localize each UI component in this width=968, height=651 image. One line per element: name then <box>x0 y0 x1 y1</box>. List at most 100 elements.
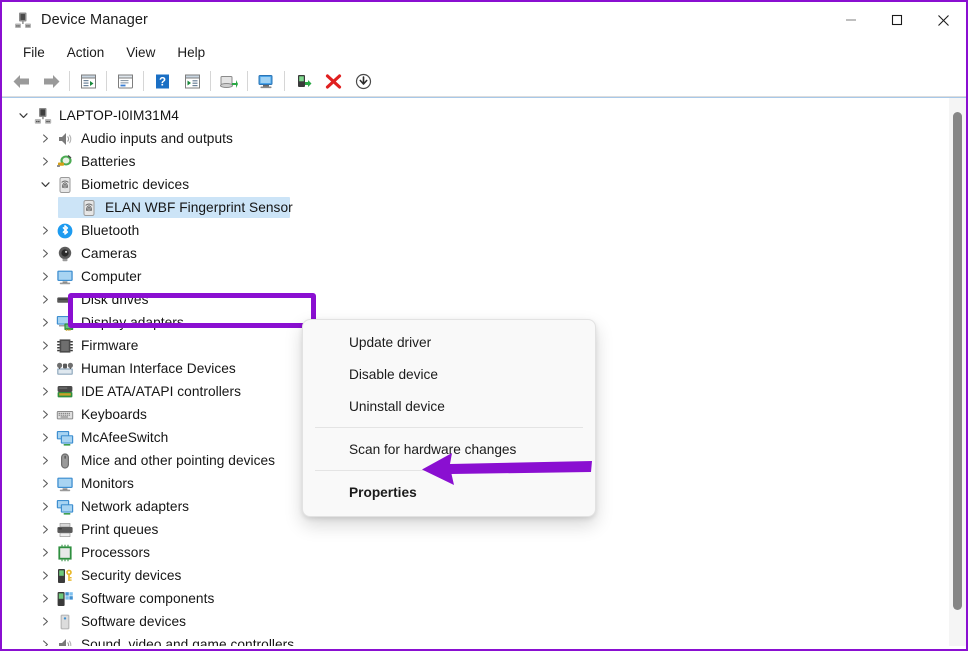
hid-icon <box>56 360 74 378</box>
security-key-icon <box>56 567 74 585</box>
tree-root-item[interactable]: LAPTOP-I0IM31M4 <box>2 104 944 127</box>
tree-item[interactable]: Processors <box>2 541 944 564</box>
chevron-right-icon[interactable] <box>34 341 56 350</box>
chevron-right-icon[interactable] <box>34 617 56 626</box>
chevron-right-icon[interactable] <box>34 387 56 396</box>
context-menu[interactable]: Update driver Disable device Uninstall dev… <box>302 319 596 517</box>
menu-separator <box>315 427 583 428</box>
printer-icon <box>56 521 74 539</box>
chevron-right-icon[interactable] <box>34 525 56 534</box>
tree-item-label: Processors <box>81 545 150 560</box>
update-driver-icon[interactable] <box>177 68 207 94</box>
context-menu-item-properties[interactable]: Properties <box>303 476 595 508</box>
chevron-down-icon[interactable] <box>12 111 34 120</box>
tree-item[interactable]: Sound, video and game controllers <box>2 633 944 646</box>
chevron-right-icon[interactable] <box>34 226 56 235</box>
tree-item-label: Monitors <box>81 476 134 491</box>
menu-view[interactable]: View <box>115 42 166 63</box>
speaker-icon <box>56 130 74 148</box>
menu-separator <box>315 470 583 471</box>
back-icon[interactable] <box>6 68 36 94</box>
help-icon[interactable]: ? <box>147 68 177 94</box>
chip-icon <box>56 337 74 355</box>
disk-drive-icon <box>56 291 74 309</box>
tree-item-label: ELAN WBF Fingerprint Sensor <box>105 200 293 215</box>
chevron-right-icon[interactable] <box>34 295 56 304</box>
tree-item[interactable]: Computer <box>2 265 944 288</box>
chevron-right-icon[interactable] <box>34 134 56 143</box>
tree-item[interactable]: Print queues <box>2 518 944 541</box>
mouse-icon <box>56 452 74 470</box>
monitor-icon <box>56 268 74 286</box>
chevron-right-icon[interactable] <box>34 502 56 511</box>
tree-item-label: Computer <box>81 269 142 284</box>
tree-item[interactable]: Biometric devices <box>2 173 944 196</box>
network-icon <box>56 429 74 447</box>
chevron-right-icon[interactable] <box>34 157 56 166</box>
tree-item[interactable]: Software devices <box>2 610 944 633</box>
chevron-right-icon[interactable] <box>34 410 56 419</box>
menu-action[interactable]: Action <box>56 42 116 63</box>
chevron-down-icon[interactable] <box>34 180 56 189</box>
disable-device-icon[interactable] <box>318 68 348 94</box>
software-component-icon <box>56 590 74 608</box>
scrollbar-thumb[interactable] <box>953 112 962 610</box>
chevron-right-icon[interactable] <box>34 548 56 557</box>
vertical-scrollbar[interactable] <box>949 98 966 646</box>
battery-icon <box>56 153 74 171</box>
menu-file[interactable]: File <box>12 42 56 63</box>
context-menu-item-update-driver[interactable]: Update driver <box>303 326 595 358</box>
tree-item[interactable]: Security devices <box>2 564 944 587</box>
tree-item[interactable]: ELAN WBF Fingerprint Sensor <box>2 196 944 219</box>
context-menu-item-scan-for-hardware-changes[interactable]: Scan for hardware changes <box>303 433 595 465</box>
chevron-right-icon[interactable] <box>34 594 56 603</box>
tree-item[interactable]: Disk drives <box>2 288 944 311</box>
show-hide-console-tree-icon[interactable] <box>110 68 140 94</box>
chevron-right-icon[interactable] <box>34 249 56 258</box>
tree-item[interactable]: Batteries <box>2 150 944 173</box>
chevron-right-icon[interactable] <box>34 364 56 373</box>
fingerprint-device-icon <box>80 199 98 217</box>
tree-item[interactable]: Software components <box>2 587 944 610</box>
tree-item-label: Audio inputs and outputs <box>81 131 233 146</box>
tree-item[interactable]: Cameras <box>2 242 944 265</box>
network-icon <box>56 498 74 516</box>
toolbar-separator <box>247 71 248 91</box>
camera-icon <box>56 245 74 263</box>
properties-icon[interactable] <box>73 68 103 94</box>
toolbar: ? <box>2 66 966 97</box>
maximize-button[interactable] <box>874 2 920 38</box>
context-menu-item-uninstall-device[interactable]: Uninstall device <box>303 390 595 422</box>
tree-item-label: Software components <box>81 591 215 606</box>
menu-help[interactable]: Help <box>166 42 216 63</box>
tree-item-label: Print queues <box>81 522 159 537</box>
tree-item-label: Disk drives <box>81 292 149 307</box>
chevron-right-icon[interactable] <box>34 272 56 281</box>
chevron-right-icon[interactable] <box>34 571 56 580</box>
tree-item[interactable]: Bluetooth <box>2 219 944 242</box>
processor-icon <box>56 544 74 562</box>
tree-item[interactable]: Audio inputs and outputs <box>2 127 944 150</box>
uninstall-device-icon[interactable] <box>214 68 244 94</box>
device-manager-icon <box>14 11 32 29</box>
chevron-right-icon[interactable] <box>34 479 56 488</box>
forward-icon[interactable] <box>36 68 66 94</box>
tree-item-label: Cameras <box>81 246 137 261</box>
close-button[interactable] <box>920 2 966 38</box>
chevron-right-icon[interactable] <box>34 318 56 327</box>
fingerprint-icon <box>56 176 74 194</box>
tree-item-label: Network adapters <box>81 499 190 514</box>
bluetooth-icon <box>56 222 74 240</box>
download-icon[interactable] <box>348 68 378 94</box>
scan-hardware-changes-icon[interactable] <box>251 68 281 94</box>
toolbar-separator <box>69 71 70 91</box>
chevron-right-icon[interactable] <box>34 433 56 442</box>
chevron-right-icon[interactable] <box>34 456 56 465</box>
tree-item-label: Sound, video and game controllers <box>81 637 295 646</box>
chevron-right-icon[interactable] <box>34 640 56 646</box>
enable-device-icon[interactable] <box>288 68 318 94</box>
tree-item-label: IDE ATA/ATAPI controllers <box>81 384 241 399</box>
minimize-button[interactable] <box>828 2 874 38</box>
tree-item-label: Firmware <box>81 338 139 353</box>
context-menu-item-disable-device[interactable]: Disable device <box>303 358 595 390</box>
